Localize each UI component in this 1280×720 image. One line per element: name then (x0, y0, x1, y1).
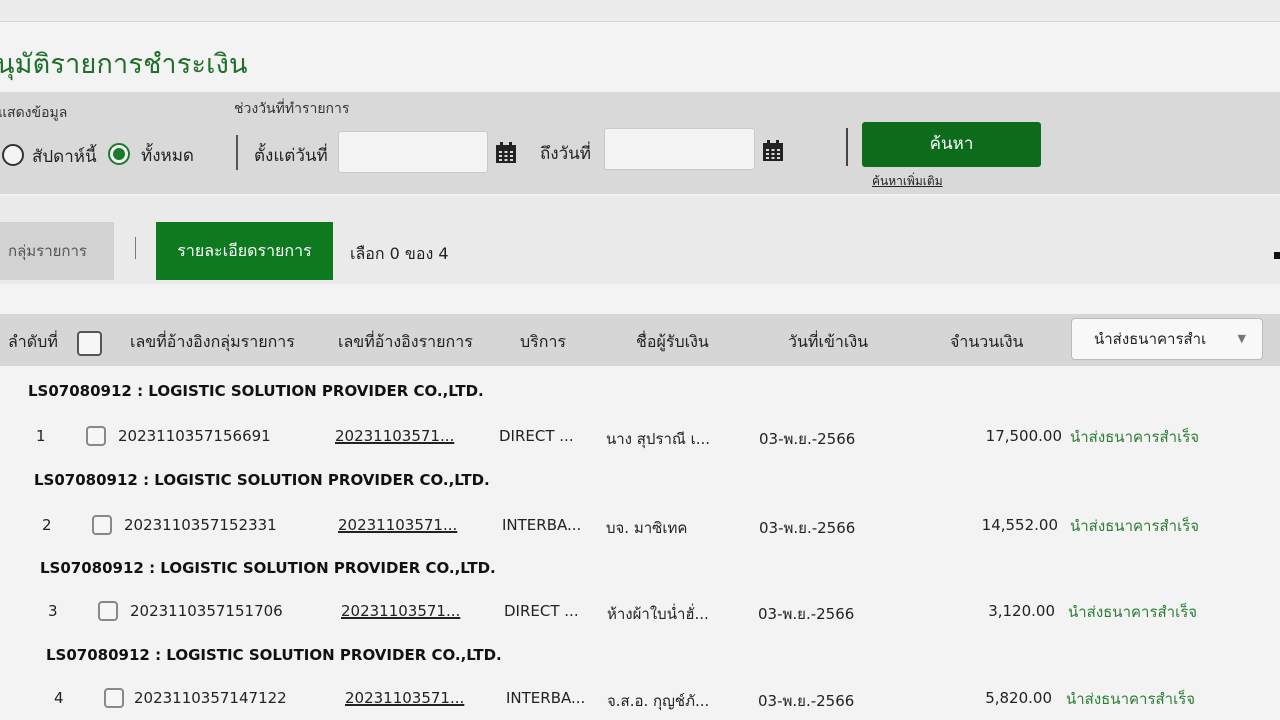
row-service: INTERBA... (506, 689, 586, 707)
row-payee: ห้างผ้าใบน่ำฮั่... (607, 605, 709, 623)
status-filter-select[interactable]: นำส่งธนาคารสำเ ▼ (1071, 318, 1263, 360)
row-payee: นาง สุปราณี เ... (606, 430, 711, 448)
filter-divider (236, 135, 238, 170)
row-checkbox[interactable] (104, 688, 124, 708)
row-credit-date: 03-พ.ย.-2566 (759, 430, 856, 448)
row-seq: 3 (48, 602, 58, 620)
search-button[interactable]: ค้นหา (862, 122, 1041, 167)
radio-this-week[interactable] (2, 144, 24, 166)
to-date-label: ถึงวันที่ (540, 144, 591, 164)
tab-group-list[interactable]: กลุ่มรายการ (0, 222, 114, 280)
row-service: DIRECT ... (504, 602, 579, 620)
row-txn-ref-link[interactable]: 20231103571... (345, 689, 464, 707)
calendar-icon[interactable] (495, 142, 517, 164)
row-credit-date: 03-พ.ย.-2566 (758, 605, 855, 623)
row-status: นำส่งธนาคารสำเร็จ (1068, 603, 1198, 621)
row-status: นำส่งธนาคารสำเร็จ (1070, 517, 1200, 535)
row-seq: 2 (42, 516, 52, 534)
header-group-ref[interactable]: เลขที่อ้างอิงกลุ่มรายการ (130, 330, 295, 355)
row-credit-date: 03-พ.ย.-2566 (758, 692, 855, 710)
header-seq: ลำดับที่ (8, 332, 58, 351)
header-credit-date[interactable]: วันที่เข้าเงิน (788, 330, 868, 355)
header-txn-ref[interactable]: เลขที่อ้างอิงรายการ (338, 330, 473, 355)
header-payee[interactable]: ชื่อผู้รับเงิน (636, 330, 709, 355)
chevron-down-icon: ▼ (1237, 332, 1246, 345)
row-credit-date: 03-พ.ย.-2566 (759, 519, 856, 537)
radio-this-week-label[interactable]: สัปดาห์นี้ (32, 143, 97, 170)
date-range-label: ช่วงวันที่ทำรายการ (234, 101, 350, 117)
to-date-input[interactable] (604, 128, 755, 170)
row-group-ref: 2023110357152331 (124, 516, 277, 534)
tab-divider (135, 237, 136, 259)
status-filter-value: นำส่งธนาคารสำเ (1094, 330, 1207, 348)
row-checkbox[interactable] (98, 601, 118, 621)
row-checkbox[interactable] (92, 515, 112, 535)
page-title: นุมัติรายการชำระเงิน (0, 49, 248, 80)
row-txn-ref-link[interactable]: 20231103571... (335, 427, 454, 445)
display-label: แสดงข้อมูล (0, 105, 68, 121)
row-amount: 3,120.00 (988, 602, 1055, 620)
window-top-edge (0, 0, 1280, 22)
from-date-input[interactable] (338, 131, 488, 173)
select-all-checkbox[interactable] (77, 331, 102, 356)
row-amount: 5,820.00 (985, 689, 1052, 707)
row-amount: 14,552.00 (981, 516, 1058, 534)
calendar-icon[interactable] (762, 140, 784, 162)
row-amount: 17,500.00 (985, 427, 1062, 445)
radio-all-label[interactable]: ทั้งหมด (141, 142, 194, 169)
row-service: DIRECT ... (499, 427, 574, 445)
selection-count: เลือก 0 ของ 4 (350, 244, 449, 263)
row-seq: 4 (54, 689, 64, 707)
filter-divider (846, 128, 848, 166)
group-header-row: LS07080912 : LOGISTIC SOLUTION PROVIDER … (40, 559, 496, 577)
row-payee: บจ. มาซิเทค (606, 519, 688, 537)
radio-all[interactable] (108, 143, 130, 165)
group-header-row: LS07080912 : LOGISTIC SOLUTION PROVIDER … (34, 471, 490, 489)
row-payee: จ.ส.อ. กุญช์ภั... (607, 692, 710, 710)
row-txn-ref-link[interactable]: 20231103571... (338, 516, 457, 534)
row-service: INTERBA... (502, 516, 582, 534)
scroll-marker (1274, 252, 1280, 259)
from-date-label: ตั้งแต่วันที่ (254, 146, 328, 166)
group-header-row: LS07080912 : LOGISTIC SOLUTION PROVIDER … (28, 382, 484, 400)
row-status: นำส่งธนาคารสำเร็จ (1070, 428, 1200, 446)
row-checkbox[interactable] (86, 426, 106, 446)
row-txn-ref-link[interactable]: 20231103571... (341, 602, 460, 620)
row-group-ref: 2023110357156691 (118, 427, 271, 445)
tab-detail-list[interactable]: รายละเอียดรายการ (156, 222, 333, 280)
advanced-search-link[interactable]: ค้นหาเพิ่มเติม (872, 172, 943, 191)
row-group-ref: 2023110357147122 (134, 689, 287, 707)
row-group-ref: 2023110357151706 (130, 602, 283, 620)
group-header-row: LS07080912 : LOGISTIC SOLUTION PROVIDER … (46, 646, 502, 664)
row-seq: 1 (36, 427, 46, 445)
row-status: นำส่งธนาคารสำเร็จ (1066, 690, 1196, 708)
header-amount[interactable]: จำนวนเงิน (950, 330, 1023, 355)
header-service[interactable]: บริการ (520, 330, 566, 355)
